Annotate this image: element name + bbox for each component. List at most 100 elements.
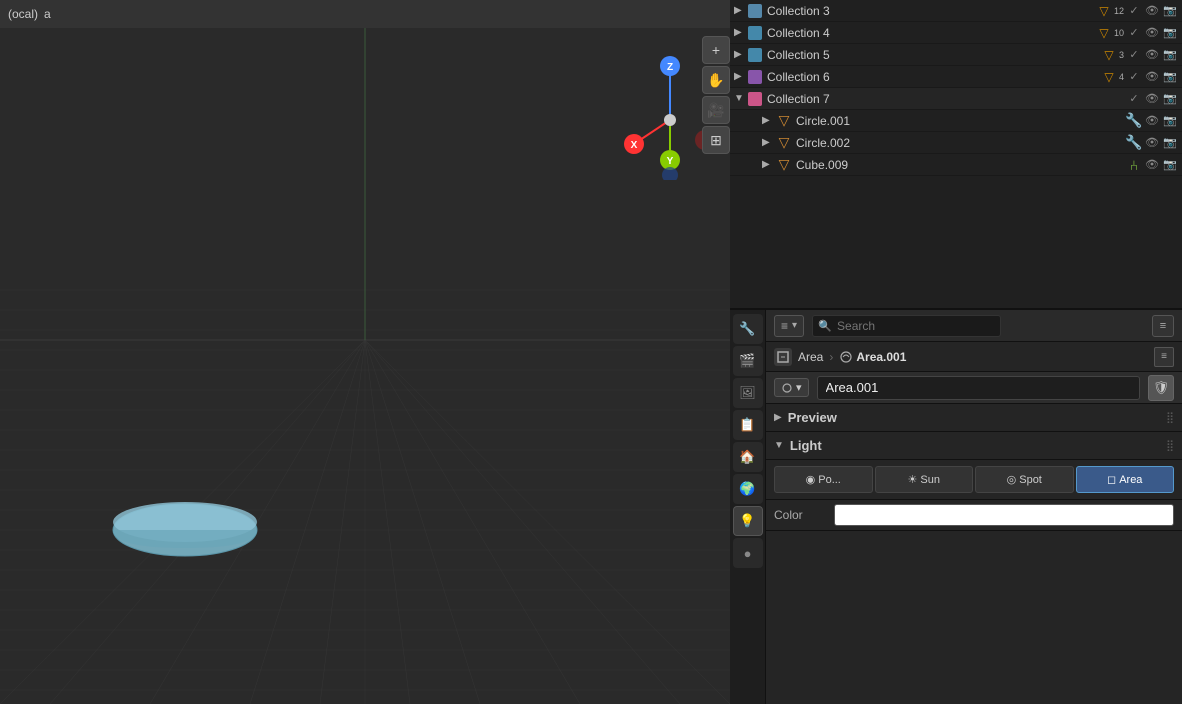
shield-button[interactable]: 🛡 — [1148, 375, 1174, 401]
object-name-input[interactable] — [817, 376, 1140, 400]
col4-name: Collection 4 — [767, 26, 1096, 40]
prop-options-btn[interactable]: ≡ — [1152, 315, 1174, 337]
color-label: Color — [774, 508, 834, 522]
col6-filter-num: 4 — [1119, 72, 1124, 82]
prop-search-input[interactable] — [812, 315, 1001, 337]
col3-filter-num: 12 — [1114, 6, 1124, 16]
col3-arrow: ▶ — [734, 5, 748, 16]
properties-content: ≡ ▾ 🔍 ≡ Area — [766, 310, 1182, 704]
sidebar-material-btn[interactable]: ● — [733, 538, 763, 568]
light-section-header[interactable]: ▼ Light ⣿ — [766, 432, 1182, 460]
circle001-wrench-icon[interactable]: 🔧 — [1126, 113, 1142, 129]
col5-filter-num: 3 — [1119, 50, 1124, 60]
cube009-eye-icon[interactable]: 👁 — [1144, 157, 1160, 173]
col3-camera-icon[interactable]: 📷 — [1162, 3, 1178, 19]
col4-check-icon[interactable]: ✓ — [1126, 25, 1142, 41]
col6-check-icon[interactable]: ✓ — [1126, 69, 1142, 85]
light-type-sun-label: Sun — [920, 474, 940, 486]
col7-arrow: ▼ — [734, 93, 748, 104]
object-type-icon — [781, 382, 793, 394]
light-type-sun[interactable]: ☀ Sun — [875, 466, 974, 493]
circle001-arrow: ▶ — [762, 115, 776, 126]
sidebar-tools-btn[interactable]: 🔧 — [733, 314, 763, 344]
zoom-add-button[interactable]: + — [702, 36, 730, 64]
sidebar-object-data-btn[interactable]: 💡 — [733, 506, 763, 536]
viewport[interactable]: (ocal) a Options ▾ Z X Y — [0, 0, 730, 704]
col5-eye-icon[interactable]: 👁 — [1144, 47, 1160, 63]
light-arrow: ▼ — [774, 440, 784, 451]
right-panel: ▶ Collection 3 ▽ 12 ✓ 👁 📷 ▶ Collection 4… — [730, 0, 1182, 704]
outliner-list: ▶ Collection 3 ▽ 12 ✓ 👁 📷 ▶ Collection 4… — [730, 0, 1182, 176]
prop-filter-btn[interactable]: ≡ ▾ — [774, 315, 804, 337]
cube009-camera-icon[interactable]: 📷 — [1162, 157, 1178, 173]
col3-icon — [748, 4, 762, 18]
light-type-point[interactable]: ◉ Po... — [774, 466, 873, 493]
col4-eye-icon[interactable]: 👁 — [1144, 25, 1160, 41]
col5-controls: ▽ 3 ✓ 👁 📷 — [1101, 47, 1178, 63]
sidebar-output-btn[interactable]: 🖼 — [733, 378, 763, 408]
light-type-area[interactable]: ◻ Area — [1076, 466, 1175, 493]
col5-filter-icon: ▽ — [1101, 47, 1117, 63]
col5-check-icon[interactable]: ✓ — [1126, 47, 1142, 63]
camera-view-button[interactable]: 🎥 — [702, 96, 730, 124]
col5-arrow: ▶ — [734, 49, 748, 60]
circle002-wrench-icon[interactable]: 🔧 — [1126, 135, 1142, 151]
outliner-item-collection4[interactable]: ▶ Collection 4 ▽ 10 ✓ 👁 📷 — [730, 22, 1182, 44]
prop-name-row: ▾ 🛡 — [766, 372, 1182, 404]
outliner-item-collection3[interactable]: ▶ Collection 3 ▽ 12 ✓ 👁 📷 — [730, 0, 1182, 22]
light-type-spot[interactable]: ◎ Spot — [975, 466, 1074, 493]
svg-text:Z: Z — [667, 62, 673, 73]
cube009-modifier-icon[interactable]: ⑃ — [1126, 157, 1142, 173]
color-swatch[interactable] — [834, 504, 1174, 526]
search-wrapper: 🔍 — [812, 315, 1144, 337]
col6-name: Collection 6 — [767, 70, 1101, 84]
col3-eye-icon[interactable]: 👁 — [1144, 3, 1160, 19]
circle001-name: Circle.001 — [796, 114, 1126, 128]
col4-icon — [748, 26, 762, 40]
sidebar-world-btn[interactable]: 🌍 — [733, 474, 763, 504]
circle002-eye-icon[interactable]: 👁 — [1144, 135, 1160, 151]
breadcrumb-arrow: › — [829, 350, 833, 364]
circle001-eye-icon[interactable]: 👁 — [1144, 113, 1160, 129]
circle002-controls: 🔧 👁 📷 — [1126, 135, 1178, 151]
col6-eye-icon[interactable]: 👁 — [1144, 69, 1160, 85]
col4-camera-icon[interactable]: 📷 — [1162, 25, 1178, 41]
color-row: Color — [766, 500, 1182, 531]
col6-camera-icon[interactable]: 📷 — [1162, 69, 1178, 85]
outliner-item-collection5[interactable]: ▶ Collection 5 ▽ 3 ✓ 👁 📷 — [730, 44, 1182, 66]
circle001-controls: 🔧 👁 📷 — [1126, 113, 1178, 129]
sidebar-scene-btn[interactable]: 🏠 — [733, 442, 763, 472]
col3-check-icon[interactable]: ✓ — [1126, 3, 1142, 19]
sidebar-view-layer-btn[interactable]: 📋 — [733, 410, 763, 440]
search-icon: 🔍 — [818, 319, 832, 332]
sidebar-render-btn[interactable]: 🎬 — [733, 346, 763, 376]
circle001-camera-icon[interactable]: 📷 — [1162, 113, 1178, 129]
properties-panel: 🔧 🎬 🖼 📋 🏠 🌍 💡 ● — [730, 310, 1182, 704]
outliner-item-collection6[interactable]: ▶ Collection 6 ▽ 4 ✓ 👁 📷 — [730, 66, 1182, 88]
col5-camera-icon[interactable]: 📷 — [1162, 47, 1178, 63]
col7-controls: ✓ 👁 📷 — [1126, 91, 1178, 107]
col5-name: Collection 5 — [767, 48, 1101, 62]
circle002-camera-icon[interactable]: 📷 — [1162, 135, 1178, 151]
svg-text:Y: Y — [667, 156, 674, 167]
outliner-item-circle001[interactable]: ▶ ▽ Circle.001 🔧 👁 📷 — [730, 110, 1182, 132]
outliner-item-circle002[interactable]: ▶ ▽ Circle.002 🔧 👁 📷 — [730, 132, 1182, 154]
pan-button[interactable]: ✋ — [702, 66, 730, 94]
preview-arrow: ▶ — [774, 412, 782, 423]
col7-camera-icon[interactable]: 📷 — [1162, 91, 1178, 107]
outliner-item-cube009[interactable]: ▶ ▽ Cube.009 ⑃ 👁 📷 — [730, 154, 1182, 176]
col7-eye-icon[interactable]: 👁 — [1144, 91, 1160, 107]
circle002-mesh-icon: ▽ — [776, 135, 792, 151]
render-region-button[interactable]: ⊞ — [702, 126, 730, 154]
col5-icon — [748, 48, 762, 62]
col4-filter-num: 10 — [1114, 28, 1124, 38]
col7-check-icon[interactable]: ✓ — [1126, 91, 1142, 107]
preview-section-header[interactable]: ▶ Preview ⣿ — [766, 404, 1182, 432]
breadcrumb-options-btn[interactable]: ≡ — [1154, 347, 1174, 367]
viewport-area-text: a — [44, 7, 51, 21]
outliner-item-collection7[interactable]: ▼ Collection 7 ✓ 👁 📷 — [730, 88, 1182, 110]
cube009-arrow: ▶ — [762, 159, 776, 170]
col4-filter-icon: ▽ — [1096, 25, 1112, 41]
col6-controls: ▽ 4 ✓ 👁 📷 — [1101, 69, 1178, 85]
object-type-btn[interactable]: ▾ — [774, 378, 809, 397]
